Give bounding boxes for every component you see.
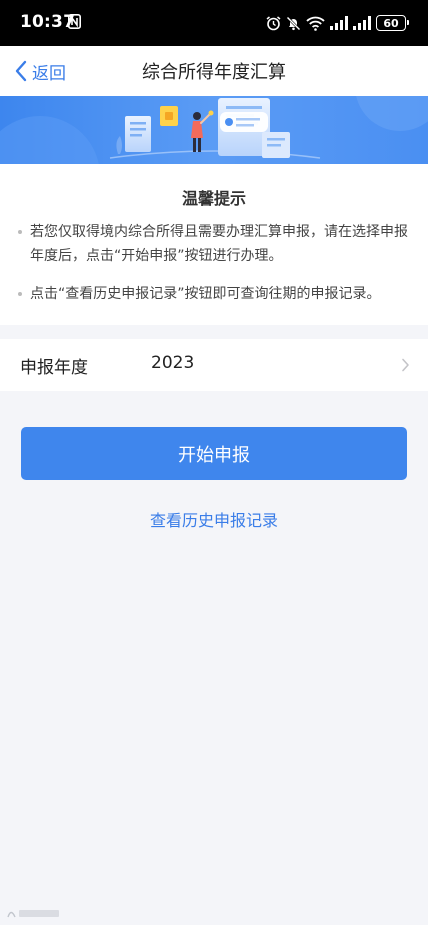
chevron-right-icon (402, 358, 409, 372)
bullet-dot (18, 230, 22, 234)
tip-text: 若您仅取得境内综合所得且需要办理汇算申报，请在选择申报年度后，点击“开始申报”按… (30, 224, 408, 264)
signal-icon-1 (330, 16, 348, 30)
signal-icon-2 (353, 16, 371, 30)
start-filing-button[interactable]: 开始申报 (21, 427, 407, 480)
mute-icon (286, 16, 301, 30)
tip-text: 点击“查看历史申报记录”按钮即可查询往期的申报记录。 (30, 286, 381, 302)
battery-level: 60 (383, 16, 399, 30)
tip-item: 若您仅取得境内综合所得且需要办理汇算申报，请在选择申报年度后，点击“开始申报”按… (18, 220, 410, 268)
bullet-dot (18, 292, 22, 296)
status-bar: 10:37 60 (0, 0, 428, 46)
nfc-icon (68, 14, 81, 29)
watermark-logo (7, 910, 59, 918)
nav-bar: 返回 综合所得年度汇算 (0, 46, 428, 96)
banner-illustration (0, 96, 428, 164)
tips-title: 温馨提示 (181, 189, 246, 208)
banner-artwork (0, 96, 428, 164)
battery-icon: 60 (376, 15, 409, 31)
filing-year-selector[interactable]: 申报年度 2023 (0, 339, 428, 391)
alarm-icon (266, 15, 281, 30)
status-icons: 60 (266, 13, 409, 33)
view-history-link[interactable]: 查看历史申报记录 (0, 507, 428, 531)
wifi-icon (306, 16, 325, 31)
page-title: 综合所得年度汇算 (142, 62, 286, 83)
filing-year-value: 2023 (151, 353, 195, 373)
tip-item: 点击“查看历史申报记录”按钮即可查询往期的申报记录。 (18, 282, 410, 306)
filing-year-label: 申报年度 (20, 358, 88, 378)
tips-card: 温馨提示 若您仅取得境内综合所得且需要办理汇算申报，请在选择申报年度后，点击“开… (0, 164, 428, 325)
status-time: 10:37 (20, 12, 76, 32)
